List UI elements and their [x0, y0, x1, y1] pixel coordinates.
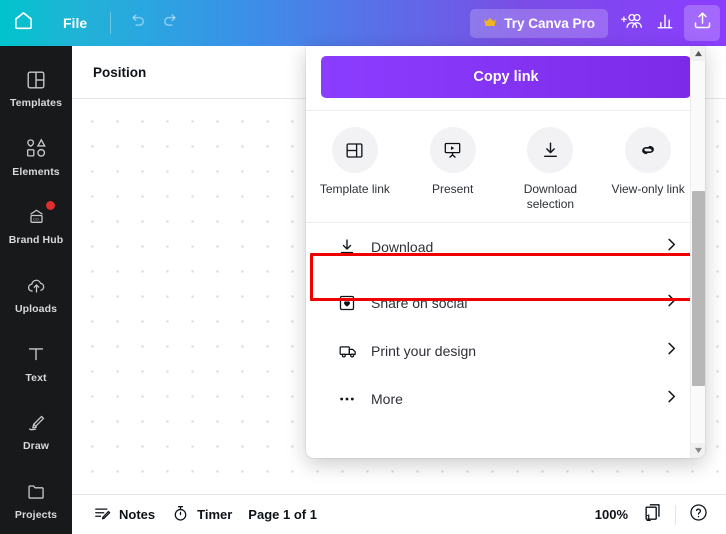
copy-link-button[interactable]: Copy link	[321, 56, 691, 98]
bottom-bar: Notes Timer Page 1 of 1 100% 1	[72, 494, 726, 534]
template-link-icon	[331, 127, 378, 173]
chevron-right-icon	[664, 389, 679, 409]
delivery-truck-icon	[337, 341, 363, 361]
uploads-icon	[25, 273, 48, 298]
projects-folder-icon	[25, 479, 48, 504]
link-chain-icon	[625, 127, 672, 173]
brand-hub-icon: CO.	[25, 201, 55, 229]
scroll-down-button[interactable]	[691, 443, 705, 458]
menu-item-more[interactable]: More	[306, 375, 697, 423]
timer-icon	[171, 504, 190, 526]
try-canva-pro-label: Try Canva Pro	[504, 15, 595, 31]
sidebar-item-uploads[interactable]: Uploads	[0, 260, 72, 329]
quick-action-label: Download selection	[523, 182, 578, 211]
help-button[interactable]	[683, 500, 713, 530]
zoom-level[interactable]: 100%	[585, 502, 638, 527]
menu-item-label: Share on social	[371, 295, 468, 311]
quick-action-label: Template link	[319, 182, 390, 196]
share-button[interactable]	[684, 5, 720, 41]
add-person-icon	[619, 10, 643, 37]
page-manager-count: 1	[646, 512, 652, 523]
notes-icon	[93, 504, 112, 526]
menu-item-label: Download	[371, 239, 434, 255]
sidebar-item-label: Projects	[14, 508, 58, 521]
position-button[interactable]: Position	[83, 59, 156, 86]
bar-chart-icon	[655, 11, 675, 36]
share-dropdown-panel: Copy link Template link Present Download…	[306, 46, 705, 458]
bottombar-divider	[675, 504, 676, 525]
download-icon	[527, 127, 574, 173]
sidebar-item-label: Uploads	[14, 303, 58, 316]
help-icon	[688, 502, 709, 528]
home-icon	[12, 9, 35, 37]
crown-icon	[483, 17, 497, 30]
social-heart-icon	[337, 293, 363, 313]
elements-icon	[24, 136, 49, 161]
file-menu-button[interactable]: File	[52, 10, 98, 36]
page-manager-button[interactable]: 1	[638, 500, 668, 530]
chevron-right-icon	[664, 341, 679, 361]
quick-actions-row: Template link Present Download selection	[306, 110, 697, 223]
sidebar-item-projects[interactable]: Projects	[0, 465, 72, 534]
top-bar: File Try Canva Pro	[0, 0, 726, 46]
notification-badge	[45, 201, 55, 211]
share-upload-icon	[692, 10, 713, 36]
try-canva-pro-button[interactable]: Try Canva Pro	[470, 8, 608, 38]
sidebar-item-templates[interactable]: Templates	[0, 54, 72, 123]
sidebar-item-draw[interactable]: Draw	[0, 397, 72, 466]
sidebar-item-label: Elements	[12, 165, 60, 178]
menu-item-label: Print your design	[371, 343, 477, 359]
sidebar-item-brand-hub[interactable]: CO. Brand Hub	[0, 191, 72, 260]
sidebar-item-label: Text	[25, 371, 47, 384]
svg-text:CO.: CO.	[33, 217, 40, 221]
panel-scrollbar[interactable]	[690, 46, 705, 458]
undo-button[interactable]	[120, 6, 154, 40]
share-menu-list: Download Share on social Print your desi…	[306, 223, 697, 423]
menu-item-label: More	[371, 391, 403, 407]
quick-action-view-only-link[interactable]: View-only link	[599, 127, 697, 197]
redo-button[interactable]	[154, 6, 188, 40]
timer-label: Timer	[197, 507, 233, 522]
menu-item-download[interactable]: Download	[306, 223, 697, 271]
download-icon	[337, 237, 363, 257]
insights-button[interactable]	[648, 6, 682, 40]
quick-action-download-selection[interactable]: Download selection	[502, 127, 600, 212]
home-button[interactable]	[0, 0, 46, 46]
chevron-right-icon	[664, 237, 679, 257]
notes-button[interactable]: Notes	[85, 499, 163, 531]
chevron-right-icon	[664, 293, 679, 313]
quick-action-present[interactable]: Present	[404, 127, 502, 197]
left-sidebar: Templates Elements CO. Brand Hub Uploads…	[0, 46, 72, 534]
collaborate-button[interactable]	[614, 6, 648, 40]
more-dots-icon	[337, 389, 363, 409]
timer-button[interactable]: Timer	[163, 499, 240, 531]
text-icon	[25, 342, 47, 367]
sidebar-item-label: Brand Hub	[8, 234, 64, 247]
present-icon	[429, 127, 476, 173]
redo-icon	[161, 11, 181, 36]
page-indicator: Page 1 of 1	[248, 507, 317, 522]
menu-item-print-your-design[interactable]: Print your design	[306, 327, 697, 375]
quick-action-label: View-only link	[611, 182, 685, 196]
sidebar-item-text[interactable]: Text	[0, 328, 72, 397]
undo-icon	[127, 11, 147, 36]
quick-action-label: Present	[431, 182, 474, 196]
sidebar-item-elements[interactable]: Elements	[0, 123, 72, 192]
draw-icon	[25, 410, 48, 435]
templates-icon	[25, 67, 47, 92]
toolbar-divider	[110, 12, 112, 34]
menu-item-share-on-social[interactable]: Share on social	[306, 279, 697, 327]
notes-label: Notes	[119, 507, 156, 522]
quick-action-template-link[interactable]: Template link	[306, 127, 404, 197]
scroll-up-button[interactable]	[691, 46, 705, 61]
sidebar-item-label: Draw	[22, 440, 50, 453]
scrollbar-thumb[interactable]	[692, 191, 705, 386]
sidebar-item-label: Templates	[9, 97, 63, 110]
